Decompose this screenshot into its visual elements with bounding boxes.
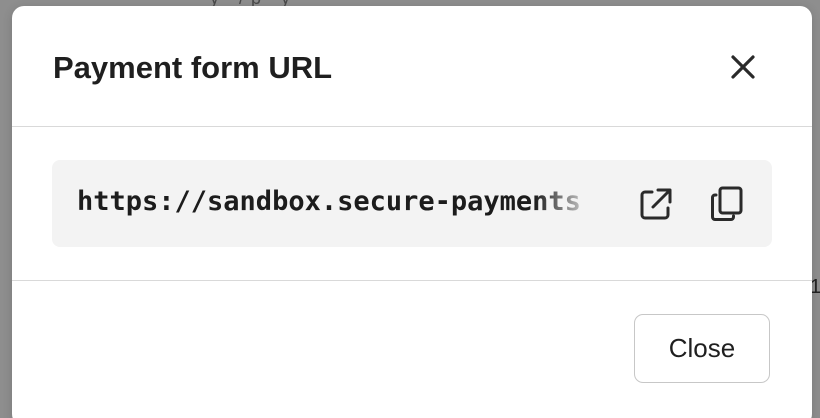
close-icon	[731, 55, 755, 79]
payment-form-url[interactable]: https://sandbox.secure-payments	[77, 186, 597, 226]
copy-icon	[711, 186, 743, 221]
dialog-title: Payment form URL	[53, 50, 333, 85]
external-link-icon	[640, 188, 672, 220]
open-url-button[interactable]	[636, 184, 676, 224]
payment-url-dialog: Payment form URL https://sandbox.secure-…	[12, 6, 812, 418]
dialog-body: https://sandbox.secure-payments	[12, 128, 812, 281]
dialog-header: Payment form URL	[12, 6, 812, 127]
close-button[interactable]: Close	[634, 314, 770, 383]
close-dialog-button[interactable]	[726, 50, 760, 84]
url-field: https://sandbox.secure-payments	[52, 160, 772, 247]
dialog-footer: Close	[12, 282, 812, 418]
copy-url-button[interactable]	[707, 184, 747, 224]
